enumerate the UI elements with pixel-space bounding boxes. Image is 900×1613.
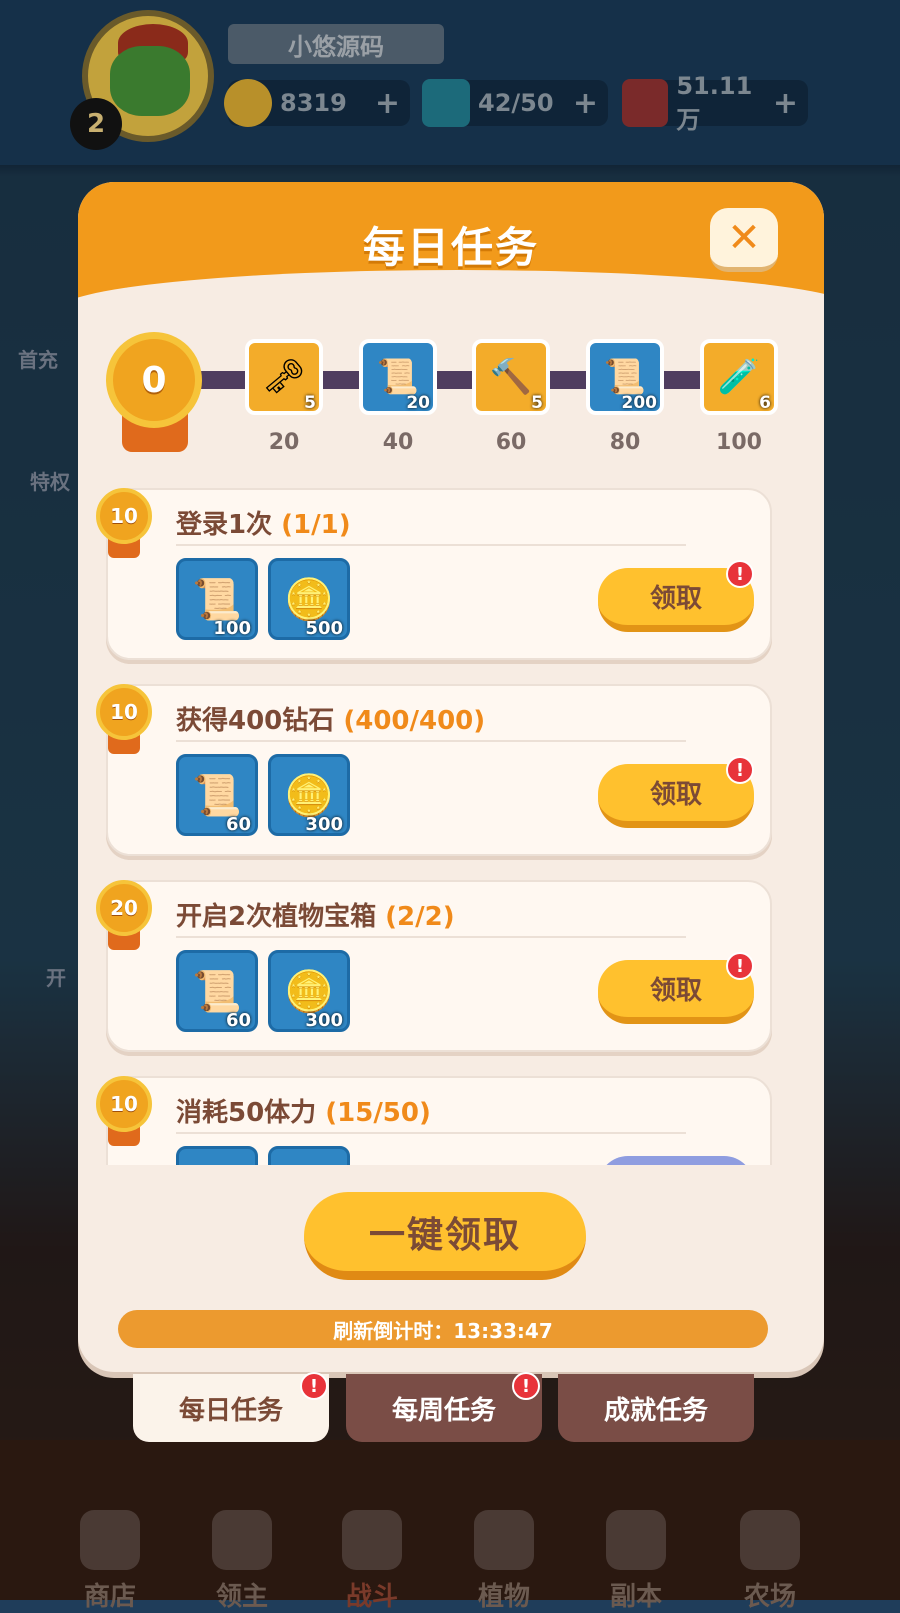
tab-daily-label: 每日任务 (178, 1395, 283, 1426)
task-list[interactable]: 10 登录1次 (1/1) 📜 100 🪙 500 领取 ! 10 获得400钻石 … (78, 482, 824, 1165)
tab-achievement-tasks[interactable]: 成就任务 (558, 1374, 754, 1442)
milestone-count: 6 (759, 393, 771, 413)
points-medal: 0 (106, 332, 202, 428)
milestone-count: 20 (406, 393, 430, 413)
task-points-badge: 10 (96, 684, 152, 740)
coin-icon: 🪙 (271, 1149, 347, 1166)
reward-count: 300 (305, 1010, 343, 1031)
milestone-count: 5 (531, 393, 543, 413)
task-card: 10 登录1次 (1/1) 📜 100 🪙 500 领取 ! (96, 488, 772, 660)
tab-achievement-label: 成就任务 (603, 1395, 708, 1426)
task-points-badge: 10 (96, 488, 152, 544)
task-progress: (2/2) (385, 902, 455, 932)
alert-badge: ! (300, 1372, 328, 1400)
task-title-text: 消耗50体力 (176, 1098, 317, 1128)
milestone-reward-80[interactable]: 📜 200 (586, 339, 664, 415)
scroll-icon: 📜 (179, 1149, 255, 1166)
task-card: 20 开启2次植物宝箱 (2/2) 📜 60 🪙 300 领取 ! (96, 880, 772, 1052)
reward-scroll[interactable]: 📜 60 (176, 754, 258, 836)
task-title: 登录1次 (1/1) (176, 504, 351, 541)
milestone-points: 40 (382, 430, 414, 455)
reward-scroll[interactable]: 📜 100 (176, 558, 258, 640)
task-card: 10 消耗50体力 (15/50) 📜 🪙 (96, 1076, 772, 1165)
task-divider (176, 936, 686, 938)
milestone-points: 60 (495, 430, 527, 455)
close-icon: ✕ (727, 214, 761, 261)
reward-coin[interactable]: 🪙 300 (268, 754, 350, 836)
milestone-points: 20 (268, 430, 300, 455)
task-points-badge: 20 (96, 880, 152, 936)
reward-count: 300 (305, 814, 343, 835)
milestone-count: 5 (304, 393, 316, 413)
task-divider (176, 1132, 686, 1134)
task-title: 消耗50体力 (15/50) (176, 1092, 431, 1129)
milestone-points: 100 (716, 430, 762, 455)
milestone-reward-60[interactable]: 🔨 5 (472, 339, 550, 415)
milestone-reward-20[interactable]: 🗝 5 (245, 339, 323, 415)
alert-badge: ! (726, 756, 754, 784)
milestone-reward-40[interactable]: 📜 20 (359, 339, 437, 415)
refresh-countdown: 刷新倒计时：13:33:47 (118, 1310, 768, 1348)
reward-count: 100 (213, 618, 251, 639)
daily-task-dialog: 每日任务 ✕ 0 🗝 5 20 📜 20 40 🔨 5 60 📜 200 80 … (78, 182, 824, 1372)
reward-count: 60 (225, 1010, 251, 1031)
alert-badge: ! (512, 1372, 540, 1400)
milestone-points: 80 (609, 430, 641, 455)
reward-count: 60 (225, 814, 251, 835)
reward-scroll[interactable]: 📜 60 (176, 950, 258, 1032)
header-wave (78, 270, 824, 350)
task-title-text: 登录1次 (176, 510, 273, 540)
reward-coin[interactable]: 🪙 500 (268, 558, 350, 640)
task-title-text: 获得400钻石 (176, 706, 335, 736)
go-button[interactable] (598, 1156, 754, 1165)
alert-badge: ! (726, 952, 754, 980)
tab-weekly-label: 每周任务 (391, 1395, 496, 1426)
task-title: 获得400钻石 (400/400) (176, 700, 485, 737)
reward-scroll[interactable]: 📜 (176, 1146, 258, 1165)
milestone-count: 200 (621, 393, 658, 413)
task-divider (176, 740, 686, 742)
alert-badge: ! (726, 560, 754, 588)
claim-all-button[interactable]: 一键领取 (304, 1192, 586, 1280)
task-progress: (15/50) (325, 1098, 431, 1128)
milestone-reward-100[interactable]: 🧪 6 (700, 339, 778, 415)
task-title-text: 开启2次植物宝箱 (176, 902, 377, 932)
task-progress: (400/400) (343, 706, 486, 736)
task-divider (176, 544, 686, 546)
reward-coin[interactable]: 🪙 (268, 1146, 350, 1165)
task-card: 10 获得400钻石 (400/400) 📜 60 🪙 300 领取 ! (96, 684, 772, 856)
reward-count: 500 (305, 618, 343, 639)
reward-coin[interactable]: 🪙 300 (268, 950, 350, 1032)
task-progress: (1/1) (281, 510, 351, 540)
task-points-badge: 10 (96, 1076, 152, 1132)
task-title: 开启2次植物宝箱 (2/2) (176, 896, 455, 933)
close-button[interactable]: ✕ (710, 208, 778, 272)
